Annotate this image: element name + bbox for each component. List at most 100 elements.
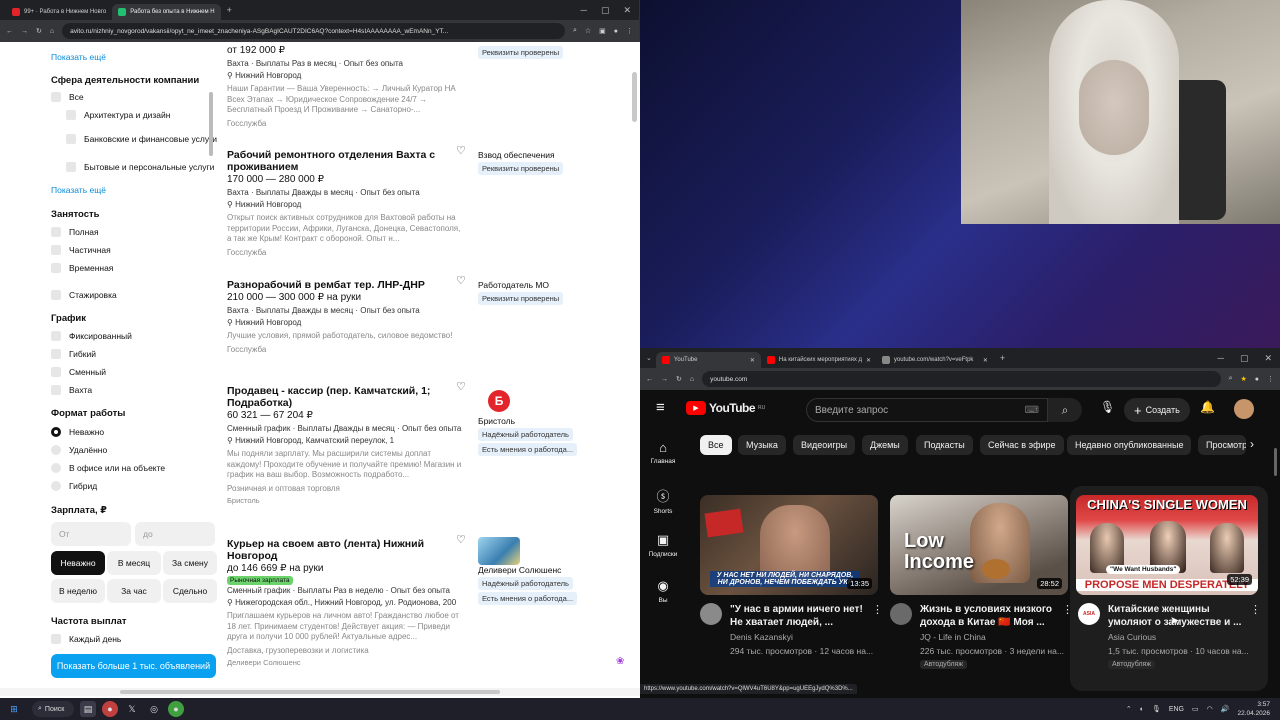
avatar[interactable] (1234, 399, 1254, 419)
back-icon[interactable]: ← (6, 28, 13, 35)
checkbox-partial[interactable]: Частичная (51, 241, 221, 259)
tab-avito-1[interactable]: 99+ · Работа в Нижнем Новго (6, 4, 112, 20)
address-bar[interactable]: avito.ru/nizhniy_novgorod/vakansii/opyt_… (62, 23, 565, 39)
bristol-logo[interactable]: Б (478, 386, 520, 416)
checkbox-fixed[interactable]: Фиксированный (51, 327, 221, 345)
notifications-bell-icon[interactable]: 🔔 (1200, 400, 1215, 414)
period-month[interactable]: В месяц (107, 551, 161, 575)
tray-monitor-icon[interactable]: ▭ (1192, 705, 1199, 713)
profile-icon[interactable]: ● (1255, 376, 1259, 383)
sidebar-item-subscriptions[interactable]: ▣ Подписки (640, 532, 686, 558)
back-icon[interactable]: ← (646, 376, 653, 383)
tab-youtube-video[interactable]: На китайских мероприятиях д ✕ (761, 352, 876, 368)
maximize-button[interactable]: ▢ (1240, 353, 1249, 364)
task-view-icon[interactable]: ▤ (80, 701, 96, 717)
checkbox-full[interactable]: Полная (51, 223, 221, 241)
favorite-heart-icon[interactable]: ♡ (456, 380, 466, 393)
radio-office[interactable]: В офисе или на объекте (51, 459, 221, 477)
chip-music[interactable]: Музыка (738, 435, 786, 455)
menu-icon[interactable]: ⋮ (1267, 375, 1274, 383)
reload-icon[interactable]: ↻ (676, 375, 682, 383)
checkbox-flexible[interactable]: Гибкий (51, 345, 221, 363)
channel-avatar[interactable] (890, 603, 912, 625)
minimize-button[interactable]: ─ (1218, 353, 1224, 363)
delivery-logo[interactable] (478, 537, 520, 565)
zoom-icon[interactable]: ⌕ (573, 27, 577, 35)
sidebar-item-shorts[interactable]: ⓢ Shorts (640, 486, 686, 515)
chip-all[interactable]: Все (700, 435, 732, 455)
obs-app-icon[interactable]: ◎ (146, 701, 162, 717)
new-tab-button[interactable]: + (1000, 353, 1005, 363)
windows-start-icon[interactable]: ⊞ (6, 701, 22, 717)
tray-mic-icon[interactable]: 🎙 (1152, 705, 1161, 713)
checkbox-internship[interactable]: Стажировка (51, 286, 221, 304)
close-button[interactable]: ✕ (623, 5, 631, 16)
channel-name[interactable]: Denis Kazanskyi (730, 632, 793, 642)
listing-title[interactable]: Продавец - кассир (пер. Камчатский, 1; П… (227, 385, 467, 409)
extensions-icon[interactable]: ▣ (599, 27, 606, 35)
channel-avatar[interactable] (700, 603, 722, 625)
video-thumbnail[interactable]: Low Income 28:52 (890, 495, 1068, 595)
forward-icon[interactable]: → (21, 28, 28, 35)
x-app-icon[interactable]: 𝕏 (124, 701, 140, 717)
new-tab-button[interactable]: + (227, 5, 232, 15)
page-scrollbar[interactable] (632, 72, 637, 122)
chip-recent[interactable]: Недавно опубликованные (1067, 435, 1192, 455)
listing-card[interactable]: Курьер на своем авто (лента) Нижний Новг… (227, 538, 467, 667)
radio-hybrid[interactable]: Гибрид (51, 477, 221, 495)
close-tab-icon[interactable]: ✕ (983, 357, 988, 364)
company-link[interactable]: Бристоль (227, 496, 467, 505)
tab-list-icon[interactable]: ⌄ (646, 354, 652, 362)
period-shift[interactable]: За смену (163, 551, 217, 575)
period-any[interactable]: Неважно (51, 551, 105, 575)
chrome-app-icon[interactable]: ● (102, 701, 118, 717)
horizontal-scrollbar[interactable] (0, 688, 640, 696)
video-title[interactable]: "У нас в армии ничего нет! Не хватает лю… (730, 603, 870, 629)
chevron-right-icon[interactable]: › (1250, 437, 1254, 451)
search-button[interactable]: ⌕ (1048, 398, 1082, 422)
tab-avito-2[interactable]: Работа без опыта в Нижнем Н (112, 4, 221, 20)
chip-live[interactable]: Сейчас в эфире (980, 435, 1064, 455)
minimize-button[interactable]: ─ (581, 5, 587, 15)
taskbar-search[interactable]: ⌕ Поиск (32, 701, 74, 717)
clock[interactable]: 3:57 22.04.2026 (1237, 700, 1270, 718)
show-results-button[interactable]: Показать больше 1 тыс. объявлений (51, 654, 216, 678)
bookmark-star-icon[interactable]: ★ (1240, 375, 1246, 383)
home-icon[interactable]: ⌂ (690, 376, 694, 383)
listing-title[interactable]: Разнорабочий в рембат тер. ЛНР-ДНР (227, 279, 467, 291)
channel-name[interactable]: Asia Curious (1108, 632, 1156, 642)
video-thumbnail[interactable]: CHINA'S SINGLE WOMEN "We Want Husbands" … (1076, 495, 1258, 595)
close-button[interactable]: ✕ (1264, 353, 1272, 364)
period-hour[interactable]: За час (107, 579, 161, 603)
maximize-button[interactable]: ▢ (601, 5, 610, 16)
create-button[interactable]: + Создать (1124, 398, 1190, 422)
listing-card[interactable]: от 192 000 ₽ Вахта · Выплаты Раз в месяц… (227, 44, 467, 128)
favorite-heart-icon[interactable]: ♡ (456, 533, 466, 546)
checkbox-shift[interactable]: Сменный (51, 363, 221, 381)
youtube-scrollbar[interactable] (1274, 448, 1277, 476)
listing-card[interactable]: Продавец - кассир (пер. Камчатский, 1; П… (227, 385, 467, 505)
video-thumbnail[interactable]: У НАС НЕТ НИ ЛЮДЕЙ, НИ СНАРЯДОВ, НИ ДРОН… (700, 495, 878, 595)
hamburger-menu-icon[interactable]: ≡ (656, 399, 665, 416)
chip-jams[interactable]: Джемы (862, 435, 908, 455)
salary-to-input[interactable]: до (135, 522, 215, 546)
close-tab-icon[interactable]: ✕ (750, 357, 755, 364)
wifi-icon[interactable]: ◠ (1207, 705, 1213, 713)
listing-title[interactable]: Рабочий ремонтного отделения Вахта с про… (227, 149, 467, 173)
video-title[interactable]: Жизнь в условиях низкого дохода в Китае … (920, 603, 1060, 629)
period-piecework[interactable]: Сдельно (163, 579, 217, 603)
more-options-icon[interactable]: ⋮ (1250, 603, 1261, 616)
radio-any[interactable]: Неважно (51, 423, 221, 441)
youtube-logo[interactable]: ▶ YouTube RU (686, 401, 765, 415)
reload-icon[interactable]: ↻ (36, 27, 42, 35)
bookmark-star-icon[interactable]: ☆ (585, 27, 591, 35)
checkbox-temporary[interactable]: Временная (51, 259, 221, 277)
menu-icon[interactable]: ⋮ (626, 27, 633, 35)
industry-show-more-link[interactable]: Показать ещё (51, 185, 221, 195)
chip-podcasts[interactable]: Подкасты (916, 435, 973, 455)
tray-expand-icon[interactable]: ⌃ (1126, 705, 1132, 713)
microphone-icon[interactable]: 🎙 (1100, 400, 1115, 414)
checkbox-all[interactable]: Все (51, 88, 221, 106)
salary-from-input[interactable]: От (51, 522, 131, 546)
checkbox-household[interactable]: Бытовые и персональные услуги (51, 154, 221, 180)
